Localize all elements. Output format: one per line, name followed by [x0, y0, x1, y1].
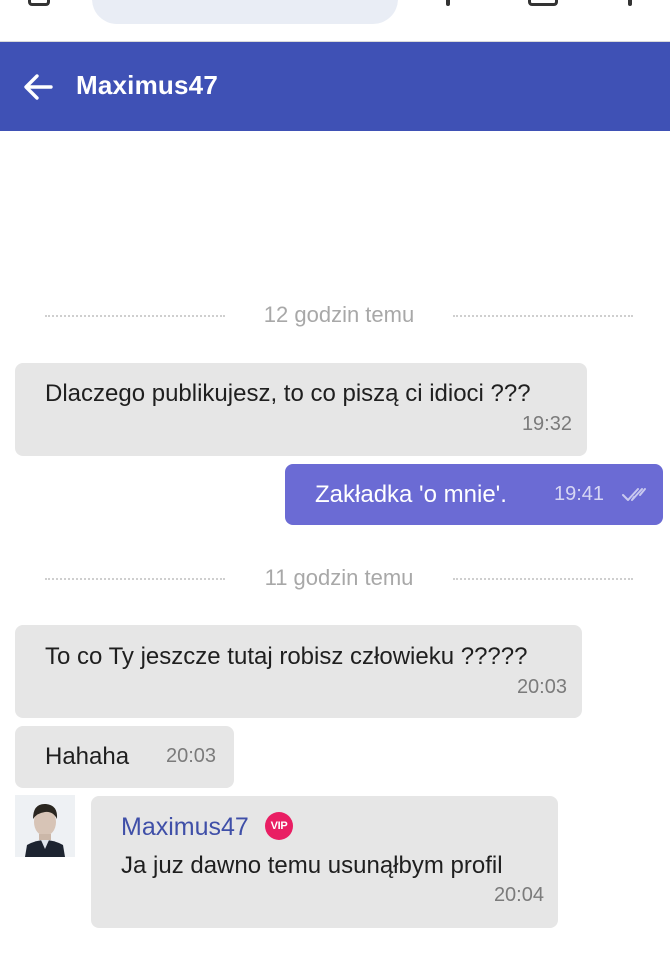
user-avatar[interactable]	[15, 795, 75, 857]
date-separator: 12 godzin temu	[45, 300, 633, 330]
message-bubble-incoming[interactable]: Maximus47 VIP Ja juz dawno temu usunąłby…	[91, 796, 558, 928]
separator-line	[453, 315, 633, 317]
back-button[interactable]	[18, 67, 58, 107]
message-text: Hahaha	[45, 743, 130, 770]
message-time: 20:04	[493, 884, 544, 906]
message-text: Dlaczego publikujesz, to co piszą ci idi…	[45, 380, 531, 407]
message-text: Ja juz dawno temu usunąłbym profil	[121, 852, 503, 879]
message-bubble-outgoing[interactable]: Zakładka 'o mnie'. 19:41	[285, 464, 663, 525]
address-bar[interactable]	[92, 0, 398, 24]
message-time: 20:03	[516, 676, 567, 698]
status-icon	[628, 0, 632, 6]
status-icon	[528, 0, 558, 6]
separator-line	[453, 578, 633, 580]
avatar-image	[15, 795, 75, 857]
message-bubble-incoming[interactable]: Dlaczego publikujesz, to co piszą ci idi…	[15, 363, 587, 456]
message-time: 20:03	[166, 745, 217, 767]
message-time: 19:32	[521, 413, 572, 435]
chat-header: Maximus47	[0, 42, 670, 131]
message-author[interactable]: Maximus47	[121, 813, 249, 842]
message-time: 19:41	[554, 483, 605, 505]
vip-badge: VIP	[265, 812, 293, 840]
double-check-icon	[622, 488, 646, 501]
status-icon	[28, 0, 50, 6]
message-bubble-incoming[interactable]: Hahaha 20:03	[15, 726, 234, 788]
status-icon	[446, 0, 450, 6]
date-separator: 11 godzin temu	[45, 563, 633, 593]
arrow-left-icon	[24, 74, 53, 100]
system-bar	[0, 0, 670, 42]
message-text: To co Ty jeszcze tutaj robisz człowieku …	[45, 643, 528, 670]
message-bubble-incoming[interactable]: To co Ty jeszcze tutaj robisz człowieku …	[15, 625, 582, 718]
chat-title: Maximus47	[76, 70, 218, 100]
message-text: Zakładka 'o mnie'.	[315, 481, 507, 508]
